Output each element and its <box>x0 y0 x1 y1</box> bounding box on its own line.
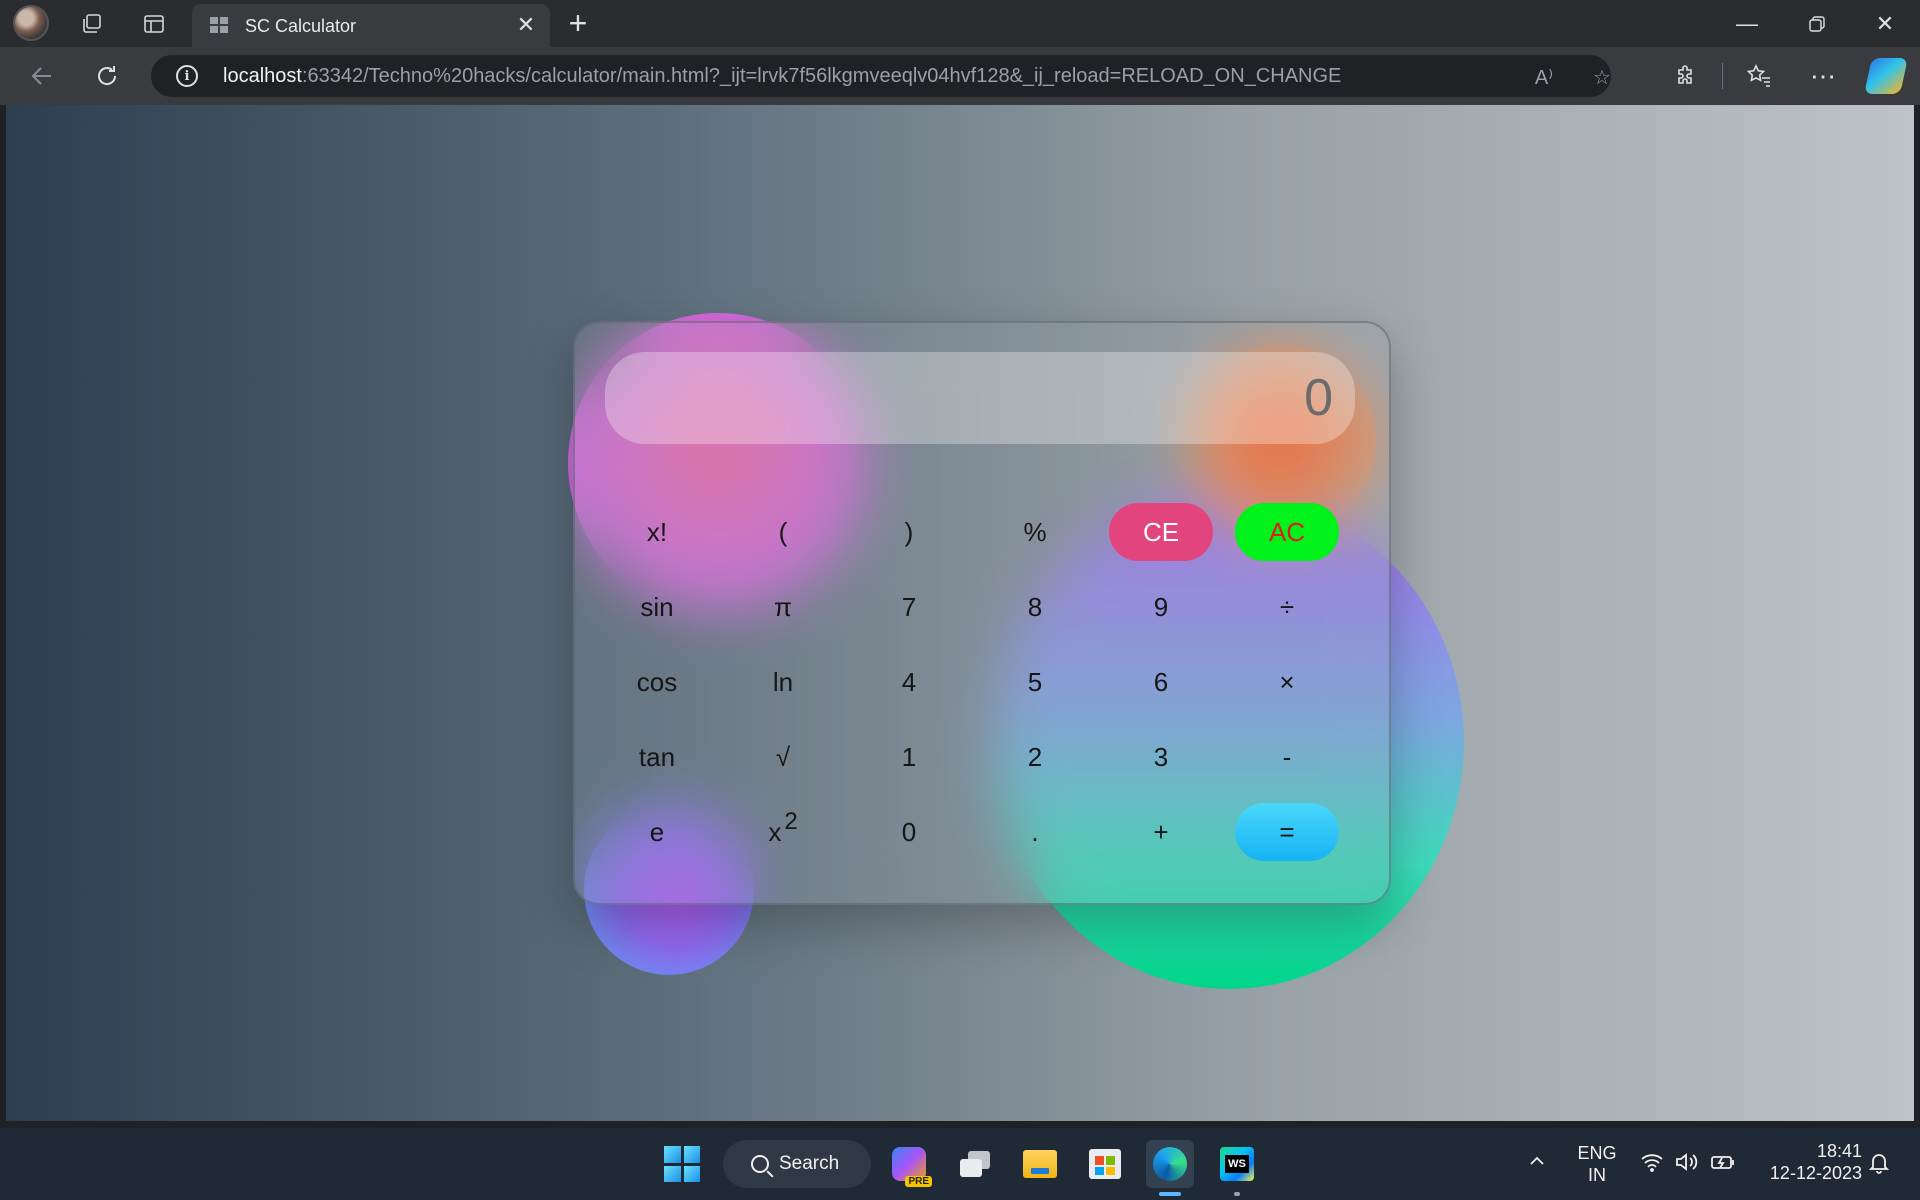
calculator: 0 x! ( ) % CE AC sin π 7 8 9 ÷ cos ln 4 … <box>573 321 1391 905</box>
favicon-icon <box>210 17 228 33</box>
favorite-star-icon[interactable]: ☆ <box>1589 64 1615 90</box>
start-icon[interactable] <box>658 1140 706 1188</box>
calculator-display: 0 <box>605 352 1355 444</box>
notifications-bell-icon[interactable] <box>1868 1152 1890 1180</box>
euler-button[interactable]: e <box>605 803 709 861</box>
back-icon[interactable] <box>24 58 60 94</box>
digit-4-button[interactable]: 4 <box>857 653 961 711</box>
battery-icon[interactable] <box>1710 1152 1736 1178</box>
clear-entry-button[interactable]: CE <box>1109 503 1213 561</box>
equals-button[interactable]: = <box>1235 803 1339 861</box>
clock[interactable]: 18:41 12-12-2023 <box>1752 1140 1862 1184</box>
percent-button[interactable]: % <box>983 503 1087 561</box>
digit-6-button[interactable]: 6 <box>1109 653 1213 711</box>
clock-time: 18:41 <box>1816 1141 1862 1161</box>
workspaces-icon[interactable] <box>74 6 110 42</box>
restore-icon[interactable] <box>1782 0 1852 47</box>
divide-button[interactable]: ÷ <box>1235 578 1339 636</box>
read-aloud-icon[interactable]: A⁾ <box>1531 64 1557 90</box>
digit-7-button[interactable]: 7 <box>857 578 961 636</box>
decimal-button[interactable]: . <box>983 803 1087 861</box>
copilot-pre-badge: PRE <box>905 1176 932 1187</box>
square-exponent: 2 <box>784 808 798 835</box>
square-base: x <box>768 816 782 847</box>
active-tab[interactable]: SC Calculator ✕ <box>192 4 550 47</box>
taskbar: Search PRE WS ENG IN 18:41 12-12-2023 <box>0 1128 1920 1200</box>
digit-9-button[interactable]: 9 <box>1109 578 1213 636</box>
digit-5-button[interactable]: 5 <box>983 653 1087 711</box>
display-value: 0 <box>1304 369 1333 427</box>
ln-button[interactable]: ln <box>731 653 835 711</box>
close-tab-icon[interactable]: ✕ <box>512 11 540 39</box>
cos-button[interactable]: cos <box>605 653 709 711</box>
navigation-bar: i localhost:63342/Techno%20hacks/calcula… <box>0 47 1920 105</box>
file-explorer-icon[interactable] <box>1016 1140 1064 1188</box>
open-paren-button[interactable]: ( <box>731 503 835 561</box>
webstorm-icon[interactable]: WS <box>1213 1140 1261 1196</box>
copilot-icon[interactable] <box>1864 58 1908 94</box>
factorial-button[interactable]: x! <box>605 503 709 561</box>
site-info-icon[interactable]: i <box>176 65 198 87</box>
url-text[interactable]: localhost:63342/Techno%20hacks/calculato… <box>223 65 1341 88</box>
tab-bar: SC Calculator ✕ + — ✕ <box>0 0 1920 47</box>
language-code: ENG <box>1577 1143 1617 1163</box>
new-tab-icon[interactable]: + <box>560 5 596 41</box>
square-button[interactable]: x2 <box>731 803 835 861</box>
clock-date: 12-12-2023 <box>1769 1163 1862 1183</box>
search-label: Search <box>779 1153 840 1174</box>
digit-3-button[interactable]: 3 <box>1109 728 1213 786</box>
close-window-icon[interactable]: ✕ <box>1850 0 1920 47</box>
task-view-icon[interactable] <box>951 1140 999 1188</box>
close-paren-button[interactable]: ) <box>857 503 961 561</box>
page-viewport: 0 x! ( ) % CE AC sin π 7 8 9 ÷ cos ln 4 … <box>6 105 1914 1121</box>
vertical-tabs-icon[interactable] <box>136 6 172 42</box>
refresh-icon[interactable] <box>89 58 125 94</box>
extensions-icon[interactable] <box>1668 58 1704 94</box>
plus-button[interactable]: + <box>1109 803 1213 861</box>
multiply-button[interactable]: × <box>1235 653 1339 711</box>
address-bar[interactable]: i localhost:63342/Techno%20hacks/calcula… <box>151 55 1611 97</box>
webstorm-badge: WS <box>1225 1155 1249 1173</box>
more-menu-icon[interactable]: ⋯ <box>1805 58 1841 94</box>
minus-button[interactable]: - <box>1235 728 1339 786</box>
digit-1-button[interactable]: 1 <box>857 728 961 786</box>
profile-avatar[interactable] <box>13 5 49 41</box>
microsoft-store-icon[interactable] <box>1081 1140 1129 1188</box>
volume-icon[interactable] <box>1674 1152 1698 1178</box>
sqrt-button[interactable]: √ <box>731 728 835 786</box>
all-clear-button[interactable]: AC <box>1235 503 1339 561</box>
favorites-icon[interactable] <box>1741 58 1777 94</box>
url-host: localhost <box>223 65 302 87</box>
tab-title: SC Calculator <box>245 16 357 36</box>
copilot-app-icon[interactable]: PRE <box>885 1140 933 1188</box>
edge-browser-icon[interactable] <box>1146 1140 1194 1196</box>
digit-0-button[interactable]: 0 <box>857 803 961 861</box>
digit-2-button[interactable]: 2 <box>983 728 1087 786</box>
url-path: :63342/Techno%20hacks/calculator/main.ht… <box>301 65 1342 87</box>
search-icon <box>751 1155 769 1173</box>
sin-button[interactable]: sin <box>605 578 709 636</box>
language-indicator[interactable]: ENG IN <box>1572 1142 1622 1186</box>
tan-button[interactable]: tan <box>605 728 709 786</box>
wifi-icon[interactable] <box>1640 1152 1664 1178</box>
toolbar-divider <box>1722 63 1723 89</box>
pi-button[interactable]: π <box>731 578 835 636</box>
digit-8-button[interactable]: 8 <box>983 578 1087 636</box>
minimize-icon[interactable]: — <box>1712 0 1782 47</box>
taskbar-search[interactable]: Search <box>723 1140 871 1188</box>
region-code: IN <box>1588 1165 1606 1185</box>
show-hidden-icons[interactable] <box>1528 1150 1546 1176</box>
